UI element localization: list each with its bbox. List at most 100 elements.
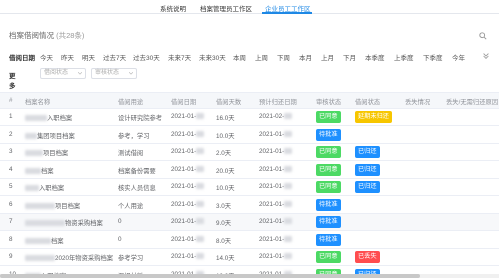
chevron-double-down-icon[interactable] — [482, 52, 490, 60]
archive-name-text: 入职档案 — [39, 185, 65, 192]
date-option[interactable]: 明天 — [82, 52, 95, 62]
row-number: 6 — [9, 200, 13, 208]
row-number: 7 — [9, 218, 13, 225]
redacted-text — [196, 113, 205, 120]
date-option[interactable]: 本季度 — [365, 52, 385, 62]
table-row[interactable]: 8 档案 0 2021-01- 8.0天 2021-01- 待批准 — [0, 232, 499, 249]
borrow-date: 2021-01- — [171, 165, 205, 173]
column-header[interactable]: 审核状态 — [316, 97, 341, 106]
chevron-down-icon — [78, 72, 82, 75]
due-date: 2021-02- — [259, 113, 293, 120]
date-option[interactable]: 今天 — [40, 52, 53, 62]
date-option[interactable]: 本周 — [233, 52, 246, 62]
chevron-down-icon — [129, 72, 133, 75]
borrow-date: 2021-01- — [171, 131, 205, 138]
row-number: 5 — [9, 183, 13, 190]
borrow-days: 10.0天 — [216, 132, 235, 140]
table-row[interactable]: 5 入职档案 核实人员信息 2021-01- 10.0天 2021-01- 已同意 已归还 — [0, 179, 499, 196]
redacted-text — [284, 183, 293, 190]
horizontal-scrollbar[interactable] — [0, 274, 499, 278]
column-header[interactable]: 丢失/无需归还原因 — [446, 97, 498, 106]
date-option[interactable]: 本月 — [299, 52, 312, 62]
audit-status-badge: 待批准 — [316, 216, 341, 228]
audit-status-badge: 待批准 — [316, 128, 341, 141]
audit-status-badge: 已同意 — [316, 146, 341, 158]
column-header[interactable]: 档案名称 — [25, 97, 50, 106]
date-option[interactable]: 上周 — [255, 52, 268, 62]
audit-status-badge: 待批准 — [316, 198, 341, 211]
borrow-status-badge: 延期未归还 — [355, 111, 392, 123]
column-header[interactable]: 借阅日期 — [171, 97, 196, 106]
panel-title-text: 档案借阅情况 — [9, 31, 54, 40]
borrow-status-select[interactable]: 借阅状态 — [40, 68, 86, 79]
table-row[interactable]: 7 物资采购档案 0 2021-01- 9.0天 2021-01- 待批准 — [0, 214, 499, 231]
borrow-days: 20.0天 — [216, 167, 235, 175]
redacted-text — [25, 150, 43, 157]
redacted-text — [284, 218, 293, 225]
archive-name-text: 项目档案 — [43, 150, 69, 157]
archive-name: 项目档案 — [25, 148, 68, 157]
borrow-status-placeholder: 借阅状态 — [44, 70, 69, 76]
audit-status-badge: 已同意 — [316, 111, 341, 123]
redacted-text — [196, 165, 205, 172]
borrow-date: 2021-01- — [171, 148, 205, 155]
archive-name-text: 入职档案 — [47, 115, 73, 122]
column-header[interactable]: 借阅用途 — [118, 97, 143, 106]
date-option[interactable]: 今年 — [452, 52, 465, 62]
date-option[interactable]: 过去30天 — [133, 52, 160, 62]
date-option[interactable]: 上月 — [321, 52, 334, 62]
redacted-text — [25, 167, 41, 174]
column-header[interactable]: 预计归还日期 — [259, 97, 297, 106]
borrow-status-badge: 已丢失 — [355, 251, 380, 263]
borrow-days: 8.0天 — [216, 237, 232, 245]
due-date: 2021-01- — [259, 165, 293, 173]
date-option[interactable]: 昨天 — [61, 52, 74, 62]
date-option[interactable]: 过去7天 — [103, 52, 126, 62]
due-date: 2021-01- — [259, 253, 293, 260]
table-row[interactable]: 9 2020年物资采购档案 参考学习 2021-01- 14.0天 2021-01- 已同意… — [0, 249, 499, 266]
table-row[interactable]: 4 档案 档案备份需要 2021-01- 20.0天 2021-01- 已同意 已归还 — [0, 162, 499, 179]
borrow-days: 14.0天 — [216, 255, 235, 262]
redacted-text — [284, 165, 293, 172]
table-row[interactable]: 6 项目档案 个人用途 2021-01- 3.0天 2021-01- 待批准 — [0, 197, 499, 214]
date-option[interactable]: 未来30天 — [199, 52, 226, 62]
row-number: 1 — [9, 113, 13, 120]
archive-name: 档案 — [25, 166, 54, 175]
date-option[interactable]: 下月 — [343, 52, 356, 62]
column-header[interactable]: 丢失情况 — [405, 97, 430, 106]
search-icon[interactable] — [479, 32, 487, 40]
page-title: 档案借阅情况 (共28条) — [9, 30, 84, 41]
tab-archivist-workspace[interactable]: 档案管理员工作区 — [200, 3, 252, 13]
active-tab-indicator — [262, 12, 312, 14]
borrow-purpose: 0 — [118, 218, 122, 225]
column-header[interactable]: 借阅状态 — [355, 97, 380, 106]
row-number: 8 — [9, 235, 13, 243]
due-date: 2021-01- — [259, 183, 293, 190]
borrow-purpose: 测试借阅 — [118, 150, 144, 157]
table-row[interactable]: 2 集团项目档案 参考，学习 2021-01- 10.0天 2021-01- 待批准 — [0, 127, 499, 144]
table-row[interactable]: 3 项目档案 测试借阅 2021-01- 2.0天 2021-01- 已同意 已归还 — [0, 144, 499, 161]
redacted-text — [196, 235, 205, 242]
borrow-purpose: 设计研究院参考 — [118, 115, 163, 122]
archive-name: 集团项目档案 — [25, 131, 75, 140]
column-header[interactable]: 借阅天数 — [216, 97, 241, 106]
date-option[interactable]: 未来7天 — [168, 52, 191, 62]
borrow-purpose: 参考学习 — [118, 255, 144, 262]
tab-system-guide[interactable]: 系统说明 — [160, 3, 186, 13]
due-date: 2021-01- — [259, 131, 293, 138]
row-number: 3 — [9, 148, 13, 155]
date-option[interactable]: 下季度 — [423, 52, 443, 62]
borrow-status-badge: 已归还 — [355, 181, 380, 193]
borrow-days: 3.0天 — [216, 202, 232, 210]
date-option[interactable]: 上季度 — [394, 52, 414, 62]
table-row[interactable]: 1 入职档案 设计研究院参考 2021-01- 16.0天 2021-02- 已同意 延期未归… — [0, 109, 499, 126]
date-option[interactable]: 下周 — [277, 52, 290, 62]
audit-status-select[interactable]: 审核状态 — [91, 68, 137, 79]
borrow-table: # 档案名称 借阅用途 借阅日期 借阅天数 预计归还日期 审核状态 借阅状态 丢… — [0, 92, 499, 278]
borrow-purpose: 0 — [118, 235, 122, 243]
borrow-date: 2021-01- — [171, 201, 205, 208]
scrollbar-thumb[interactable] — [0, 274, 420, 278]
redacted-text — [25, 202, 55, 209]
borrow-days: 2.0天 — [216, 150, 232, 157]
redacted-text — [284, 148, 293, 155]
